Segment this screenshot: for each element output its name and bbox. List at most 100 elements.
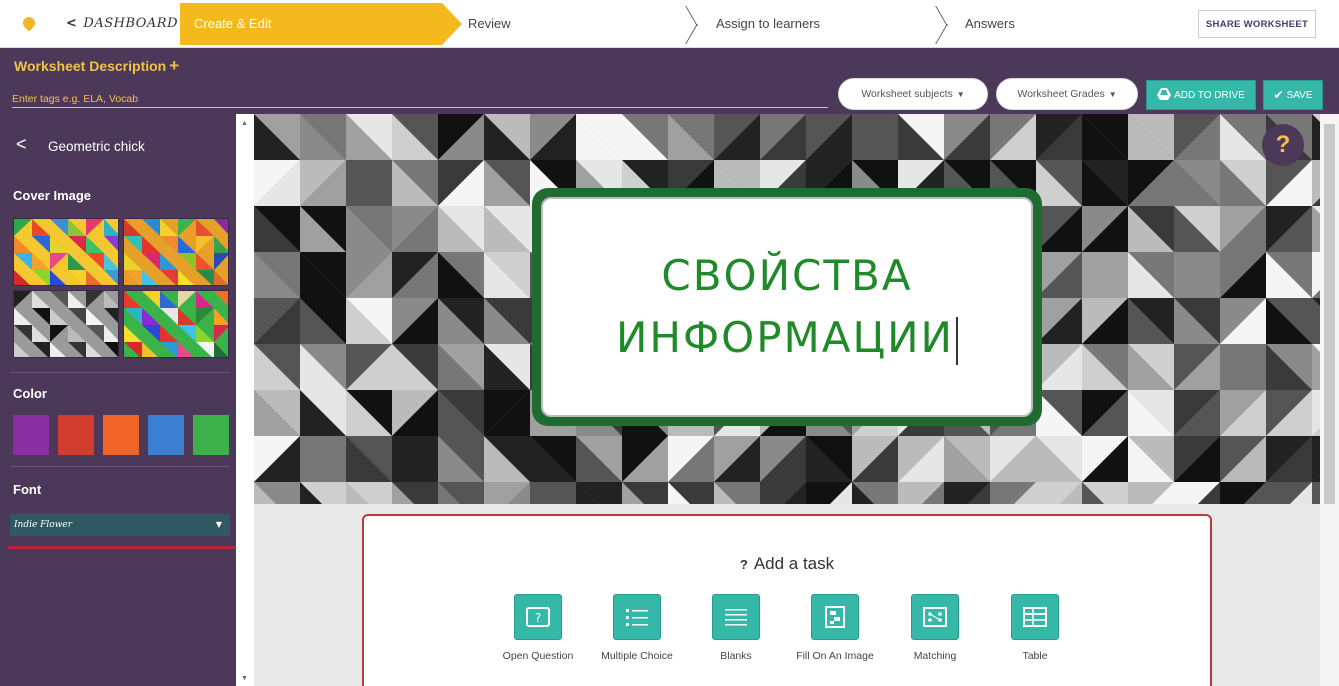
back-chevron-icon[interactable]: < xyxy=(16,134,27,155)
pattern-triangle xyxy=(1312,114,1320,160)
pattern-triangle xyxy=(1312,206,1320,252)
lines-icon xyxy=(712,594,760,640)
pattern-triangle xyxy=(1312,344,1320,390)
task-label: Fill On An Image xyxy=(796,650,874,662)
share-worksheet-button[interactable]: SHARE WORKSHEET xyxy=(1198,10,1316,38)
step-assign[interactable]: Assign to learners xyxy=(716,3,820,45)
task-label: Matching xyxy=(913,650,957,662)
sidebar-divider xyxy=(10,466,230,467)
cover-image-label: Cover Image xyxy=(13,188,92,203)
add-to-drive-button[interactable]: ADD TO DRIVE xyxy=(1146,80,1256,110)
step-label: Review xyxy=(468,16,511,31)
task-multiple-choice[interactable]: Multiple Choice xyxy=(587,594,687,662)
worksheet-description-button[interactable]: Worksheet Description + xyxy=(14,56,179,76)
task-label: Multiple Choice xyxy=(601,650,673,662)
task-fill-on-image[interactable]: Fill On An Image xyxy=(785,594,885,662)
help-button[interactable]: ? xyxy=(1262,124,1304,166)
font-label: Font xyxy=(13,482,42,497)
cover-thumbnail-colorful-3[interactable] xyxy=(123,290,229,358)
color-swatch-orange[interactable] xyxy=(103,415,139,455)
theme-sidebar: < Geometric chick Cover Image Color Font… xyxy=(0,114,236,686)
pattern-triangle xyxy=(1312,160,1320,206)
task-table[interactable]: Table xyxy=(985,594,1085,662)
image-pin-icon xyxy=(811,594,859,640)
color-swatch-red[interactable] xyxy=(58,415,94,455)
save-button[interactable]: ✔ SAVE xyxy=(1263,80,1323,110)
theme-name: Geometric chick xyxy=(48,139,145,154)
step-create-edit[interactable]: Create & Edit xyxy=(180,3,462,45)
color-swatch-blue[interactable] xyxy=(148,415,184,455)
question-mark-icon: ? xyxy=(739,557,748,572)
worksheet-grades-dropdown[interactable]: Worksheet Grades ▼ xyxy=(996,78,1138,110)
worksheet-content: ? Add a task ? Open Question Multiple Cho… xyxy=(254,504,1320,686)
chevron-left-icon: < xyxy=(66,16,78,31)
matching-icon xyxy=(911,594,959,640)
task-label: Open Question xyxy=(502,650,574,662)
step-separator xyxy=(686,6,700,42)
step-separator xyxy=(936,6,950,42)
caret-down-icon: ▼ xyxy=(215,520,222,529)
list-icon xyxy=(613,594,661,640)
task-matching[interactable]: Matching xyxy=(885,594,985,662)
step-review[interactable]: Review xyxy=(468,3,511,45)
check-icon: ✔ xyxy=(1273,88,1284,102)
scrollbar-thumb[interactable] xyxy=(1324,124,1335,504)
add-task-heading: ? Add a task xyxy=(364,554,1210,574)
save-label: SAVE xyxy=(1286,89,1313,101)
step-answers[interactable]: Answers xyxy=(965,3,1015,45)
share-label: SHARE WORKSHEET xyxy=(1205,18,1309,30)
pattern-triangle xyxy=(1312,436,1320,482)
add-to-drive-label: ADD TO DRIVE xyxy=(1174,89,1245,101)
question-box-icon: ? xyxy=(514,594,562,640)
text-cursor xyxy=(955,316,958,365)
tags-input[interactable] xyxy=(12,90,828,108)
pattern-triangle xyxy=(1312,390,1320,436)
title-line-1[interactable]: СВОЙСТВА xyxy=(661,245,912,307)
scroll-down-icon[interactable]: ▼ xyxy=(241,675,248,682)
subjects-label: Worksheet subjects xyxy=(861,88,953,100)
pattern-triangle xyxy=(1312,298,1320,344)
plus-icon: + xyxy=(169,56,180,75)
pattern-triangle xyxy=(1312,482,1320,504)
add-task-label: Add a task xyxy=(753,554,835,573)
dashboard-link[interactable]: < DASHBOARD xyxy=(66,16,178,31)
title-card[interactable]: СВОЙСТВА ИНФОРМАЦИИ xyxy=(532,188,1042,426)
title-line-2[interactable]: ИНФОРМАЦИИ xyxy=(616,313,954,362)
color-label: Color xyxy=(13,386,47,401)
sidebar-divider xyxy=(10,372,230,373)
svg-text:?: ? xyxy=(535,611,541,625)
task-blanks[interactable]: Blanks xyxy=(686,594,786,662)
task-label: Blanks xyxy=(720,650,752,662)
worksheet-header: Worksheet Description+ Worksheet subject… xyxy=(0,48,1339,114)
location-pin-icon xyxy=(18,12,40,34)
task-label: Table xyxy=(1022,650,1048,662)
step-label: Assign to learners xyxy=(716,16,821,31)
cover-thumbnail-colorful-2[interactable] xyxy=(123,218,229,286)
caret-down-icon: ▼ xyxy=(956,89,965,99)
grades-label: Worksheet Grades xyxy=(1017,88,1105,100)
step-label: Answers xyxy=(965,16,1015,31)
help-question-icon: ? xyxy=(1275,131,1291,158)
title-card-inner[interactable]: СВОЙСТВА ИНФОРМАЦИИ xyxy=(541,197,1033,417)
cover-thumbnail-geometric-gray[interactable] xyxy=(13,290,119,358)
color-swatch-purple[interactable] xyxy=(13,415,49,455)
color-swatch-green[interactable] xyxy=(193,415,229,455)
scroll-up-icon[interactable]: ▲ xyxy=(241,120,248,127)
caret-down-icon: ▼ xyxy=(1108,89,1117,99)
font-select[interactable]: Indie Flower ▼ xyxy=(10,514,230,536)
font-select-underline xyxy=(8,546,236,549)
worksheet-subjects-dropdown[interactable]: Worksheet subjects ▼ xyxy=(838,78,988,110)
main-scrollbar[interactable] xyxy=(1320,114,1339,686)
add-task-panel: ? Add a task ? Open Question Multiple Cho… xyxy=(362,514,1212,686)
cover-thumbnail-colorful-1[interactable] xyxy=(13,218,119,286)
drive-icon xyxy=(1157,87,1172,103)
table-icon xyxy=(1011,594,1059,640)
pattern-triangle xyxy=(1312,252,1320,298)
step-label: Create & Edit xyxy=(194,16,272,31)
sidebar-scrollbar[interactable]: ▲ ▼ xyxy=(236,114,254,686)
dashboard-label: DASHBOARD xyxy=(83,16,179,31)
font-value: Indie Flower xyxy=(14,520,73,530)
task-open-question[interactable]: ? Open Question xyxy=(488,594,588,662)
description-label: Worksheet Description xyxy=(14,58,167,74)
title-line-2-wrap[interactable]: ИНФОРМАЦИИ xyxy=(616,307,958,369)
